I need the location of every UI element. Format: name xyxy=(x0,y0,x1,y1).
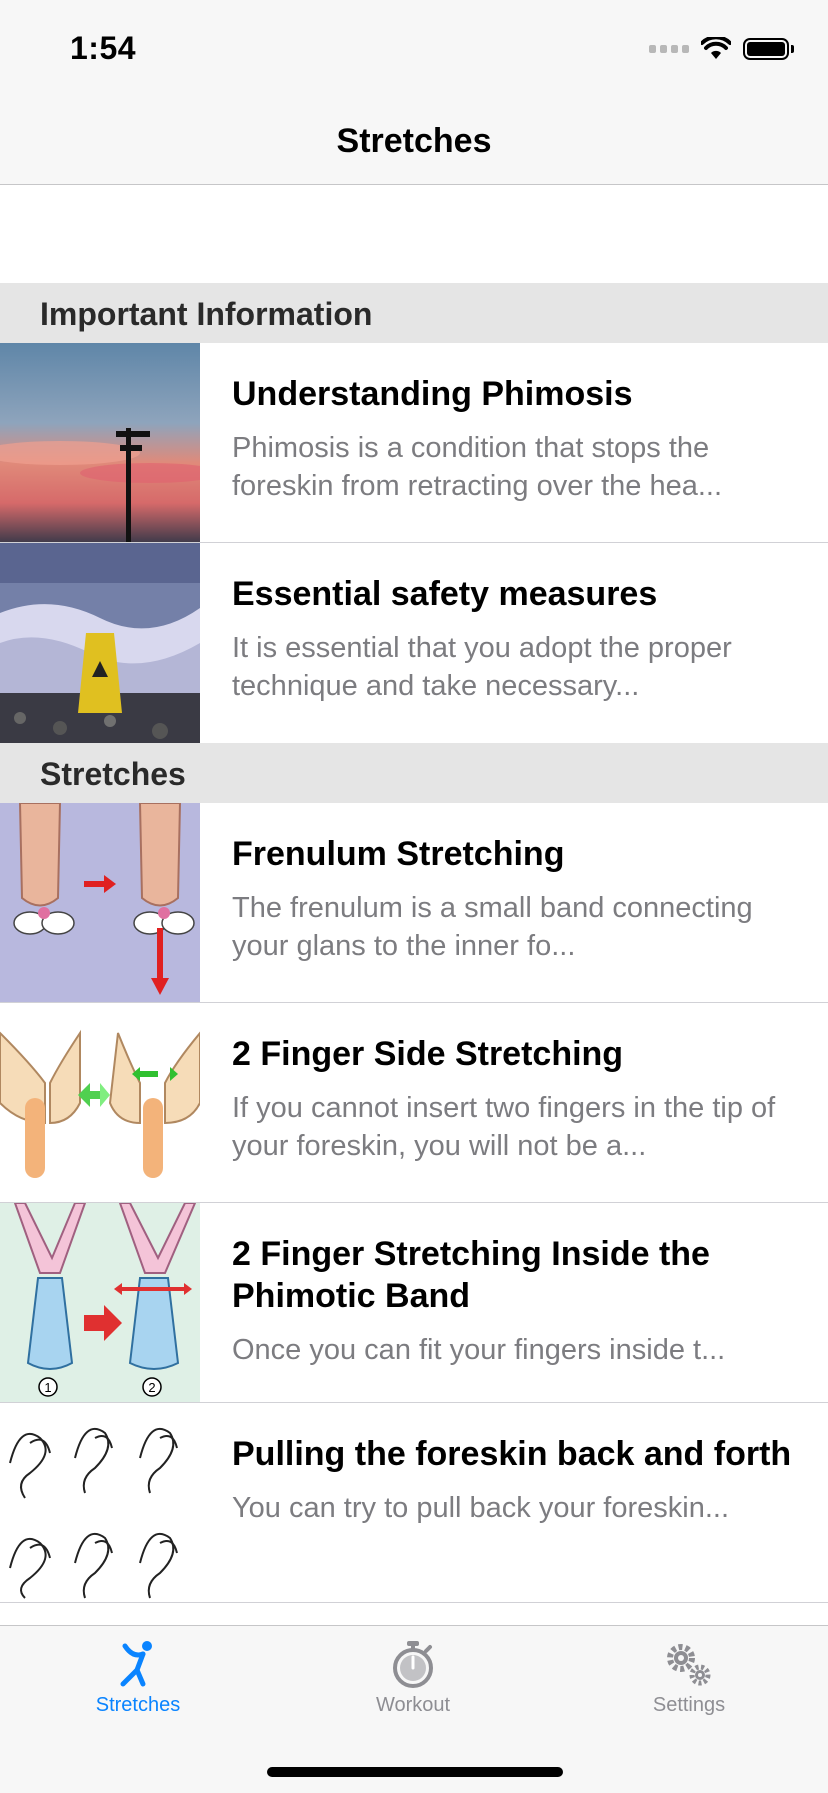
caution-sign-waves-thumbnail xyxy=(0,543,200,743)
sunset-signpost-thumbnail xyxy=(0,343,200,543)
gears-icon xyxy=(667,1644,711,1686)
row-subtitle: The frenulum is a small band connecting … xyxy=(232,892,753,962)
stretches-list[interactable]: Important Information Understanding Phim… xyxy=(0,185,828,1625)
row-divider xyxy=(0,1602,828,1603)
stopwatch-icon xyxy=(393,1641,433,1688)
wifi-icon xyxy=(701,37,731,59)
row-subtitle: You can try to pull back your foreskin..… xyxy=(232,1492,730,1524)
side-stretching-illustration xyxy=(0,1003,200,1203)
page-title: Stretches xyxy=(336,122,492,160)
section-header-label: Important Information xyxy=(40,296,373,332)
tab-workout[interactable]: Workout xyxy=(313,1640,513,1717)
list-item-pulling-foreskin-back-and-forth[interactable]: Pulling the foreskin back and forth You … xyxy=(0,1403,828,1603)
svg-text:2: 2 xyxy=(148,1380,155,1395)
status-icons xyxy=(649,36,794,62)
row-title: Essential safety measures xyxy=(232,575,658,613)
list-item-understanding-phimosis[interactable]: Understanding Phimosis Phimosis is a con… xyxy=(0,343,828,543)
frenulum-stretching-illustration xyxy=(0,803,200,1003)
tab-bar: Stretches Workout Settings xyxy=(0,1625,828,1793)
section-header-stretches: Stretches xyxy=(0,743,828,803)
row-title: 2 Finger Side Stretching xyxy=(232,1035,624,1073)
tab-label: Workout xyxy=(375,1694,451,1716)
list-item-frenulum-stretching[interactable]: Frenulum Stretching The frenulum is a sm… xyxy=(0,803,828,1003)
list-item-essential-safety-measures[interactable]: Essential safety measures It is essentia… xyxy=(0,543,828,743)
home-indicator[interactable] xyxy=(267,1767,563,1777)
tab-label: Settings xyxy=(652,1694,726,1716)
status-bar: 1:54 xyxy=(0,0,828,100)
list-item-2-finger-side-stretching[interactable]: 2 Finger Side Stretching If you cannot i… xyxy=(0,1003,828,1203)
cellular-signal-icon xyxy=(649,45,689,53)
row-title: Pulling the foreskin back and forth xyxy=(232,1435,792,1473)
navigation-bar: Stretches xyxy=(0,100,828,185)
svg-text:1: 1 xyxy=(44,1380,51,1395)
list-item-2-finger-stretching-inside-band[interactable]: 1 2 2 Finger Stretching Inside the Phimo… xyxy=(0,1203,828,1403)
row-title: Frenulum Stretching xyxy=(232,835,565,873)
row-title: 2 Finger Stretching Inside the Phimotic … xyxy=(232,1235,710,1315)
tab-settings[interactable]: Settings xyxy=(589,1640,789,1717)
tab-label: Stretches xyxy=(95,1694,181,1716)
phimotic-band-illustration: 1 2 xyxy=(0,1203,200,1403)
row-subtitle: If you cannot insert two fingers in the … xyxy=(232,1092,776,1162)
row-subtitle: It is essential that you adopt the prope… xyxy=(232,632,732,702)
section-header-important-information: Important Information xyxy=(0,283,828,343)
pulling-foreskin-sketch-illustration xyxy=(0,1403,200,1603)
stretch-figure-icon xyxy=(120,1641,152,1687)
row-subtitle: Once you can fit your fingers inside t..… xyxy=(232,1334,726,1366)
battery-icon xyxy=(743,38,789,60)
row-subtitle: Phimosis is a condition that stops the f… xyxy=(232,432,722,502)
section-header-label: Stretches xyxy=(40,756,186,792)
tab-stretches[interactable]: Stretches xyxy=(38,1640,238,1717)
status-time: 1:54 xyxy=(70,30,137,66)
row-title: Understanding Phimosis xyxy=(232,375,633,413)
